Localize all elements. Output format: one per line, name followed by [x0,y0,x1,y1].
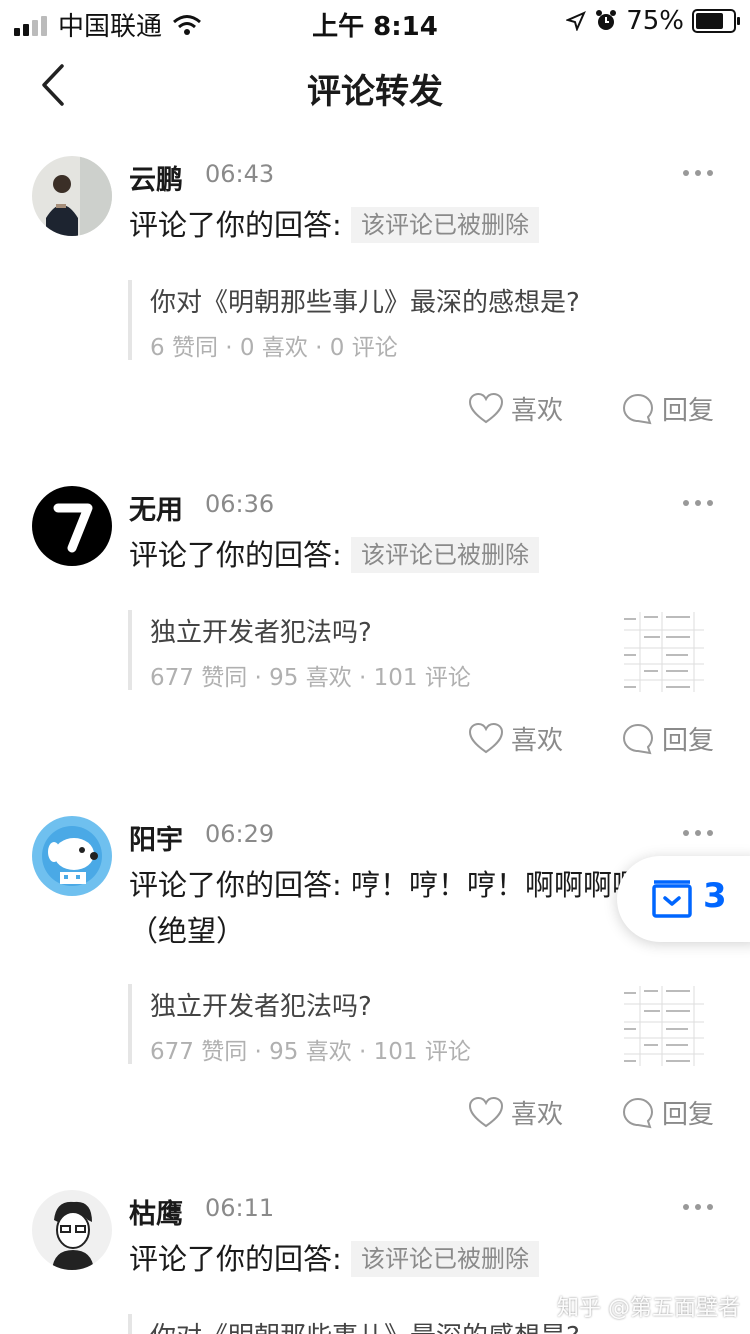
page-title: 评论转发 [307,72,443,112]
avatar[interactable] [32,816,112,896]
user-name[interactable]: 无用 [129,488,183,527]
quote-title: 独立开发者犯法吗? [150,992,372,1022]
quote-title: 独立开发者犯法吗? [150,618,372,648]
more-options-icon[interactable] [682,498,714,508]
deleted-badge: 该评论已被删除 [351,537,539,573]
notification-item[interactable]: 云鹏 06:43 评论了你的回答: 该评论已被删除 你对《明朝那些事儿》最深的感… [0,128,750,458]
reply-label: 回复 [662,396,715,426]
notification-item[interactable]: 无用 06:36 评论了你的回答: 该评论已被删除 独立开发者犯法吗? 677 … [0,458,750,788]
timestamp: 06:29 [205,820,275,848]
battery-icon [692,9,740,33]
like-button[interactable]: 喜欢 [469,390,563,427]
quote-title: 你对《明朝那些事儿》最深的感想是? [150,1316,580,1334]
action-label: 评论了你的回答: [129,1242,351,1276]
like-button[interactable]: 喜欢 [469,720,563,757]
action-label: 评论了你的回答: [129,538,351,572]
comment-text: 评论了你的回答: 该评论已被删除 [129,202,729,248]
reply-button[interactable]: 回复 [622,390,714,427]
speech-bubble-icon [622,1097,654,1128]
reply-button[interactable]: 回复 [622,720,714,757]
cartoon-man-avatar-icon [32,1190,112,1270]
watermark: 知乎 @第五面壁者 [557,1296,740,1321]
reply-button[interactable]: 回复 [622,1094,714,1131]
deleted-badge: 该评论已被删除 [351,207,539,243]
inbox-down-icon [652,880,692,918]
status-bar: 中国联通 上午 8:14 75% [0,0,750,42]
quoted-answer[interactable]: 独立开发者犯法吗? 677 赞同 · 95 喜欢 · 101 评论 [128,984,732,1068]
user-name[interactable]: 云鹏 [129,158,183,197]
number-seven-avatar-icon [32,486,112,566]
person-photo-avatar-icon [32,156,112,236]
battery-percent: 75% [626,6,684,36]
alarm-icon [596,10,617,30]
timestamp: 06:43 [205,160,275,188]
reply-label: 回复 [662,1100,715,1130]
nav-bar: 评论转发 [0,42,750,128]
avatar[interactable] [32,1190,112,1270]
more-options-icon[interactable] [682,828,714,838]
like-label: 喜欢 [511,1100,564,1130]
collapsed-notifications-button[interactable]: 3 [617,856,750,942]
speech-bubble-icon [622,393,654,424]
quote-title: 你对《明朝那些事儿》最深的感想是? [150,288,580,318]
answer-thumbnail [622,610,706,694]
quoted-answer[interactable]: 独立开发者犯法吗? 677 赞同 · 95 喜欢 · 101 评论 [128,610,732,694]
timestamp: 06:11 [205,1194,275,1222]
reply-label: 回复 [662,726,715,756]
avatar[interactable] [32,156,112,236]
notification-count: 3 [703,876,727,916]
heart-icon [469,1096,503,1127]
avatar[interactable] [32,486,112,566]
cartoon-dog-avatar-icon [32,816,112,896]
action-label: 评论了你的回答: [129,208,351,242]
quote-stats: 6 赞同 · 0 喜欢 · 0 评论 [150,335,398,361]
answer-thumbnail [622,984,706,1068]
deleted-badge: 该评论已被删除 [351,1241,539,1277]
location-arrow-icon [566,11,587,31]
timestamp: 06:36 [205,490,275,518]
user-name[interactable]: 枯鹰 [129,1192,183,1231]
quote-stats: 677 赞同 · 95 喜欢 · 101 评论 [150,1039,471,1065]
more-options-icon[interactable] [682,1202,714,1212]
more-options-icon[interactable] [682,168,714,178]
notification-item[interactable]: 阳宇 06:29 评论了你的回答: 哼！哼！哼！啊啊啊啊——（绝望） 独立开发者… [0,788,750,1168]
comment-text: 评论了你的回答: 该评论已被删除 [129,532,729,578]
speech-bubble-icon [622,723,654,754]
heart-icon [469,392,503,423]
like-label: 喜欢 [511,726,564,756]
quote-stats: 677 赞同 · 95 喜欢 · 101 评论 [150,665,471,691]
comment-text: 评论了你的回答: 该评论已被删除 [129,1236,729,1282]
heart-icon [469,722,503,753]
user-name[interactable]: 阳宇 [129,818,183,857]
quoted-answer[interactable]: 你对《明朝那些事儿》最深的感想是? 6 赞同 · 0 喜欢 · 0 评论 [128,280,732,361]
like-label: 喜欢 [511,396,564,426]
like-button[interactable]: 喜欢 [469,1094,563,1131]
status-right: 75% [566,6,740,36]
